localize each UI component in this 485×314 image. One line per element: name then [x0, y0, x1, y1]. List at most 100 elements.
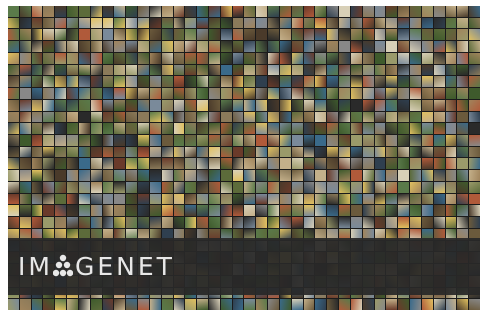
thumbnail-tile — [303, 17, 315, 29]
thumbnail-tile — [138, 17, 149, 29]
thumbnail-tile — [469, 158, 480, 170]
thumbnail-tile — [209, 111, 220, 123]
thumbnail-tile — [19, 76, 31, 88]
thumbnail-tile — [327, 123, 339, 135]
thumbnail-tile — [55, 299, 67, 310]
thumbnail-tile — [268, 181, 279, 193]
thumbnail-tile — [78, 111, 90, 123]
thumbnail-tile — [232, 181, 244, 193]
thumbnail-tile — [362, 170, 374, 181]
thumbnail-tile — [220, 146, 232, 158]
thumbnail-tile — [315, 170, 327, 181]
thumbnail-tile — [209, 99, 220, 111]
thumbnail-tile — [31, 146, 43, 158]
thumbnail-tile — [19, 158, 31, 170]
thumbnail-tile — [256, 217, 268, 228]
thumbnail-tile — [78, 76, 90, 88]
thumbnail-tile — [114, 41, 126, 52]
thumbnail-tile — [114, 64, 126, 76]
thumbnail-tile — [362, 217, 374, 228]
thumbnail-tile — [31, 17, 43, 29]
thumbnail-tile — [386, 52, 398, 64]
thumbnail-tile — [244, 99, 256, 111]
thumbnail-tile — [232, 205, 244, 217]
thumbnail-tile — [410, 17, 421, 29]
thumbnail-tile — [256, 6, 268, 17]
thumbnail-tile — [291, 88, 303, 99]
thumbnail-tile — [374, 76, 386, 88]
thumbnail-tile — [327, 181, 339, 193]
thumbnail-tile — [469, 29, 480, 41]
thumbnail-tile — [457, 17, 469, 29]
thumbnail-tile — [31, 299, 43, 310]
thumbnail-tile — [138, 299, 149, 310]
thumbnail-tile — [220, 135, 232, 146]
thumbnail-tile — [138, 111, 149, 123]
thumbnail-tile — [244, 41, 256, 52]
thumbnail-tile — [55, 217, 67, 228]
thumbnail-tile — [185, 205, 197, 217]
thumbnail-tile — [279, 6, 291, 17]
thumbnail-tile — [8, 193, 19, 205]
thumbnail-tile — [161, 146, 173, 158]
thumbnail-tile — [386, 64, 398, 76]
thumbnail-tile — [362, 99, 374, 111]
thumbnail-tile — [220, 170, 232, 181]
thumbnail-tile — [43, 111, 55, 123]
thumbnail-tile — [386, 193, 398, 205]
thumbnail-tile — [185, 146, 197, 158]
thumbnail-tile — [244, 181, 256, 193]
thumbnail-tile — [374, 99, 386, 111]
thumbnail-tile — [8, 205, 19, 217]
thumbnail-tile — [43, 17, 55, 29]
thumbnail-tile — [8, 217, 19, 228]
thumbnail-tile — [67, 64, 78, 76]
thumbnail-tile — [398, 146, 410, 158]
thumbnail-tile — [90, 205, 102, 217]
thumbnail-tile — [457, 111, 469, 123]
thumbnail-tile — [43, 193, 55, 205]
thumbnail-tile — [78, 181, 90, 193]
thumbnail-tile — [43, 99, 55, 111]
thumbnail-tile — [149, 123, 161, 135]
thumbnail-tile — [197, 123, 209, 135]
thumbnail-tile — [457, 41, 469, 52]
thumbnail-tile — [315, 123, 327, 135]
thumbnail-tile — [78, 123, 90, 135]
thumbnail-tile — [327, 76, 339, 88]
thumbnail-tile — [55, 123, 67, 135]
thumbnail-tile — [126, 170, 138, 181]
thumbnail-tile — [469, 6, 480, 17]
thumbnail-tile — [8, 52, 19, 64]
thumbnail-tile — [185, 76, 197, 88]
thumbnail-tile — [232, 52, 244, 64]
thumbnail-tile — [433, 64, 445, 76]
thumbnail-tile — [185, 99, 197, 111]
thumbnail-tile — [78, 41, 90, 52]
thumbnail-tile — [102, 158, 114, 170]
thumbnail-tile — [291, 99, 303, 111]
thumbnail-tile — [78, 17, 90, 29]
thumbnail-tile — [291, 170, 303, 181]
thumbnail-tile — [421, 217, 433, 228]
thumbnail-tile — [209, 29, 220, 41]
thumbnail-tile — [350, 52, 362, 64]
thumbnail-tile — [138, 64, 149, 76]
thumbnail-tile — [43, 41, 55, 52]
thumbnail-tile — [55, 205, 67, 217]
thumbnail-tile — [185, 135, 197, 146]
thumbnail-tile — [433, 299, 445, 310]
thumbnail-tile — [362, 29, 374, 41]
thumbnail-tile — [161, 41, 173, 52]
thumbnail-tile — [256, 111, 268, 123]
thumbnail-tile — [279, 64, 291, 76]
thumbnail-tile — [410, 217, 421, 228]
thumbnail-tile — [126, 299, 138, 310]
thumbnail-tile — [43, 88, 55, 99]
thumbnail-tile — [244, 6, 256, 17]
thumbnail-tile — [268, 146, 279, 158]
thumbnail-tile — [149, 64, 161, 76]
thumbnail-tile — [350, 170, 362, 181]
thumbnail-tile — [149, 193, 161, 205]
thumbnail-tile — [410, 6, 421, 17]
